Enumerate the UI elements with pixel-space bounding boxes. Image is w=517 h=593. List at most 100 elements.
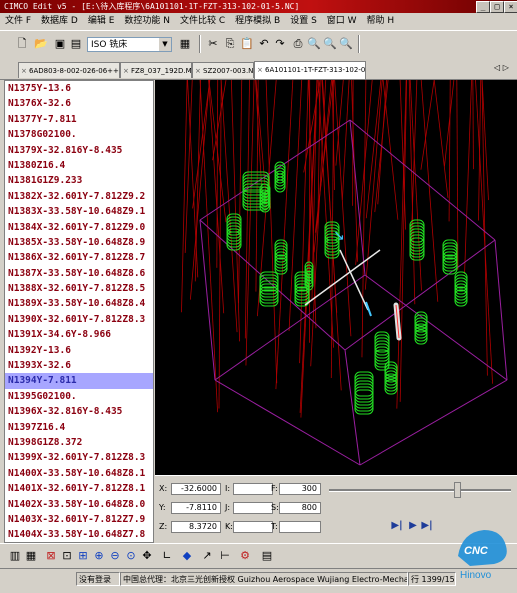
redo-icon[interactable]: ↷	[272, 36, 288, 52]
code-line[interactable]: N1376X-32.6	[5, 96, 153, 111]
maximize-button[interactable]: □	[490, 1, 504, 13]
close-button[interactable]: ×	[504, 1, 517, 13]
run-to-end-button[interactable]: ▶|	[421, 520, 433, 532]
tool-icon[interactable]: ↗	[200, 548, 214, 564]
zoom-fit-icon[interactable]: ⊙	[124, 548, 138, 564]
part-contour	[455, 281, 467, 297]
undo-icon[interactable]: ↶	[256, 36, 272, 52]
code-line[interactable]: N1382X-32.601Y-7.812Z9.2	[5, 189, 153, 204]
code-line[interactable]: N1395G02100.	[5, 389, 153, 404]
code-line[interactable]: N1377Y-7.811	[5, 112, 153, 127]
save-all-icon[interactable]: ▤	[68, 36, 84, 52]
rapid-move-line	[300, 80, 309, 363]
k-value-field	[233, 521, 273, 533]
paste-icon[interactable]: 📋	[239, 36, 255, 52]
fit-view-icon[interactable]: ⊡	[60, 548, 74, 564]
find-icon[interactable]: 🔍	[306, 36, 322, 52]
code-line[interactable]: N1388X-32.601Y-7.812Z8.5	[5, 281, 153, 296]
code-line[interactable]: N1402X-33.58Y-10.648Z8.0	[5, 497, 153, 512]
code-line[interactable]: N1392Y-13.6	[5, 343, 153, 358]
axis-view-icon[interactable]: ∟	[160, 548, 174, 564]
menu-edit[interactable]: 编辑 E	[83, 13, 120, 30]
rapid-move-line	[473, 80, 474, 169]
menu-help[interactable]: 帮助 H	[362, 13, 400, 30]
code-line[interactable]: N1379X-32.816Y-8.435	[5, 143, 153, 158]
selected-code-line[interactable]: N1394Y-7.811	[5, 373, 153, 388]
code-line[interactable]: N1397Z16.4	[5, 420, 153, 435]
menu-settings[interactable]: 设置 S	[285, 13, 322, 30]
tab-file-3[interactable]: ×SZ2007-003.NC	[192, 62, 254, 78]
rapid-move-line	[434, 80, 448, 198]
menu-file[interactable]: 文件 F	[0, 13, 36, 30]
open-folder-icon[interactable]: 📂	[33, 36, 49, 52]
code-line[interactable]: N1386X-32.601Y-7.812Z8.7	[5, 250, 153, 265]
replace-icon[interactable]: 🔍	[338, 36, 354, 52]
simulation-viewport[interactable]: ↘	[155, 80, 517, 475]
main-toolbar: 🗋 📂 ▣ ▤ ISO 铣床 ▼ ▦ ✂ ⎘ 📋 ↶ ↷ ⎙ 🔍 🔍 🔍	[0, 30, 517, 60]
zoom-out-icon[interactable]: ⊖	[108, 548, 122, 564]
grid-icon[interactable]: ▦	[24, 548, 38, 564]
code-line[interactable]: N1387X-33.58Y-10.648Z8.6	[5, 266, 153, 281]
tab-file-1[interactable]: ×6AD803-8-002-026-06++.NC	[18, 62, 120, 78]
code-line[interactable]: N1389X-33.58Y-10.648Z8.4	[5, 296, 153, 311]
tab-file-4[interactable]: ×6A101101-1T-FZT-313-102-01-5.NC	[254, 61, 366, 79]
code-line[interactable]: N1378G02100.	[5, 127, 153, 142]
pan-icon[interactable]: ✥	[140, 548, 154, 564]
menu-file-compare[interactable]: 文件比较 C	[175, 13, 230, 30]
code-line[interactable]: N1380Z16.4	[5, 158, 153, 173]
close-icon[interactable]: ×	[195, 63, 201, 78]
zoom-in-icon[interactable]: ⊕	[92, 548, 106, 564]
nc-code-editor[interactable]: N1375Y-13.6N1376X-32.6N1377Y-7.811N1378G…	[4, 80, 154, 543]
code-line[interactable]: N1401X-32.601Y-7.812Z8.1	[5, 481, 153, 496]
part-contour	[443, 252, 457, 268]
print-icon[interactable]: ⎙	[290, 36, 306, 52]
machine-type-select[interactable]: ISO 铣床 ▼	[87, 37, 172, 52]
find-next-icon[interactable]: 🔍	[322, 36, 338, 52]
code-line[interactable]: N1396X-32.816Y-8.435	[5, 404, 153, 419]
menu-window[interactable]: 窗口 W	[322, 13, 362, 30]
play-button[interactable]: ▶	[407, 520, 419, 532]
close-icon[interactable]: ×	[21, 63, 27, 78]
code-line[interactable]: N1384X-32.601Y-7.812Z9.0	[5, 220, 153, 235]
code-line[interactable]: N1393X-32.6	[5, 358, 153, 373]
toolpath-3d-view[interactable]: ↘	[155, 80, 517, 475]
chevron-down-icon[interactable]: ▼	[159, 38, 171, 51]
code-line[interactable]: N1400X-33.58Y-10.648Z8.1	[5, 466, 153, 481]
simulation-speed-thumb[interactable]	[454, 482, 461, 498]
code-line[interactable]: N1381G1Z9.233	[5, 173, 153, 188]
simulation-speed-track[interactable]	[329, 489, 511, 492]
machine-settings-icon[interactable]: ▦	[177, 36, 193, 52]
close-icon[interactable]: ×	[257, 62, 263, 78]
zoom-window-icon[interactable]: ⊞	[76, 548, 90, 564]
delete-view-icon[interactable]: ⊠	[44, 548, 58, 564]
minimize-button[interactable]: _	[476, 1, 490, 13]
toggle-panel-icon[interactable]: ▥	[8, 548, 22, 564]
code-line[interactable]: N1399X-32.601Y-7.812Z8.3	[5, 450, 153, 465]
tool-settings-icon[interactable]: ⚙	[238, 548, 252, 564]
step-forward-button[interactable]: ▶|	[391, 520, 403, 532]
code-line[interactable]: N1403X-32.601Y-7.812Z7.9	[5, 512, 153, 527]
copy-icon[interactable]: ⎘	[222, 36, 238, 52]
j-label: J:	[225, 502, 230, 514]
menu-database[interactable]: 数据库 D	[36, 13, 83, 30]
tab-file-2[interactable]: ×FZ8_037_192D.MPF	[120, 62, 192, 78]
code-line[interactable]: N1385X-33.58Y-10.648Z8.9	[5, 235, 153, 250]
menu-nc-functions[interactable]: 数控功能 N	[119, 13, 175, 30]
code-line[interactable]: N1398G1Z8.372	[5, 435, 153, 450]
close-icon[interactable]: ×	[123, 63, 129, 78]
code-line[interactable]: N1390X-32.601Y-7.812Z8.3	[5, 312, 153, 327]
tab-scroll-arrows[interactable]: ◁ ▷	[494, 63, 509, 72]
code-line[interactable]: N1383X-33.58Y-10.648Z9.1	[5, 204, 153, 219]
tab-label: 6A101101-1T-FZT-313-102-01-5.NC	[265, 66, 366, 74]
menu-simulation[interactable]: 程序模拟 B	[230, 13, 285, 30]
measure-icon[interactable]: ⊢	[218, 548, 232, 564]
code-line[interactable]: N1375Y-13.6	[5, 81, 153, 96]
solid-view-icon[interactable]: ◆	[180, 548, 194, 564]
new-file-icon[interactable]: 🗋	[14, 36, 30, 52]
code-line[interactable]: N1391X-34.6Y-8.966	[5, 327, 153, 342]
code-line[interactable]: N1404X-33.58Y-10.648Z7.8	[5, 527, 153, 542]
cut-icon[interactable]: ✂	[205, 36, 221, 52]
save-icon[interactable]: ▣	[52, 36, 68, 52]
rapid-move-line	[457, 80, 458, 270]
simulation-settings-icon[interactable]: ▤	[260, 548, 274, 564]
